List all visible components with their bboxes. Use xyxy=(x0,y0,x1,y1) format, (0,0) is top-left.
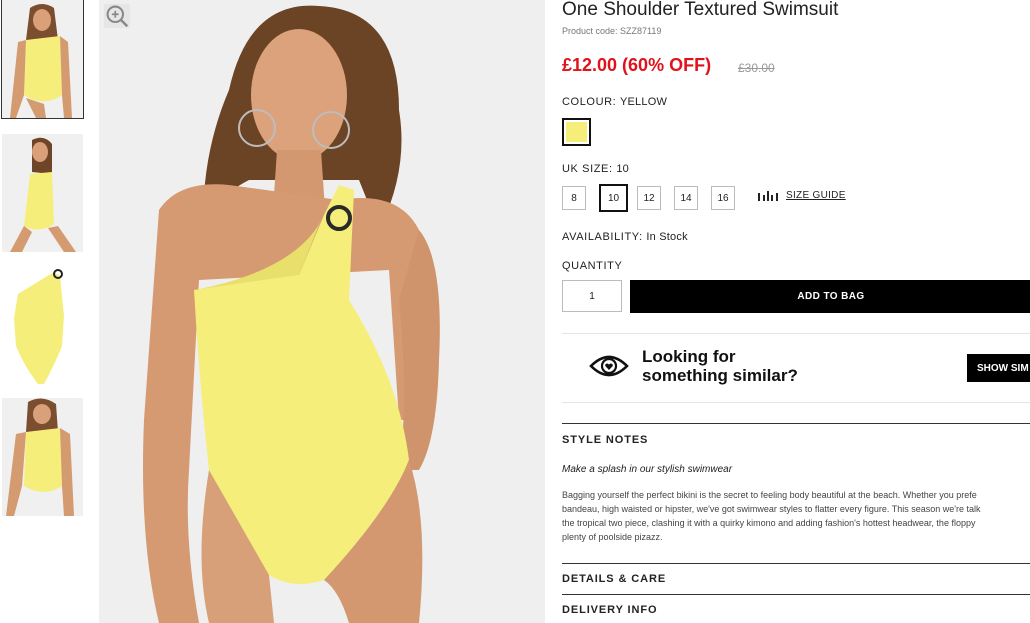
colour-label: COLOUR: YELLOW xyxy=(562,96,667,108)
thumbnail-pose-image xyxy=(2,398,83,516)
style-notes-line: bandeau, high waisted or hipster, we've … xyxy=(562,504,981,514)
show-similar-button[interactable]: SHOW SIM xyxy=(967,354,1030,382)
size-label-text: UK SIZE: xyxy=(562,163,613,175)
style-notes-line: Bagging yourself the perfect bikini is t… xyxy=(562,490,977,500)
availability-value: In Stock xyxy=(646,231,688,243)
zoom-button[interactable] xyxy=(104,4,130,28)
size-value: 10 xyxy=(616,163,629,175)
style-notes-line: the tropical two piece, clashing it with… xyxy=(562,518,976,528)
swatch-fill xyxy=(566,122,587,142)
style-notes-line: plenty of poolside pizazz. xyxy=(562,532,663,542)
divider xyxy=(562,594,1030,595)
thumbnail-pose[interactable] xyxy=(2,398,83,516)
eye-heart-icon xyxy=(589,355,629,377)
model-illustration xyxy=(99,0,545,623)
divider xyxy=(562,402,1030,403)
availability-label: AVAILABILITY: xyxy=(562,231,643,243)
quantity-label: QUANTITY xyxy=(562,260,623,272)
colour-value: YELLOW xyxy=(619,96,668,108)
thumbnail-flat[interactable] xyxy=(2,266,83,384)
size-options: 8 10 12 14 16 xyxy=(562,184,748,212)
size-guide-text: SIZE GUIDE xyxy=(786,190,846,201)
add-to-bag-button[interactable]: ADD TO BAG xyxy=(630,280,1030,313)
similar-line-1: Looking for xyxy=(642,347,736,366)
size-label: UK SIZE: 10 xyxy=(562,163,629,175)
sale-price: £12.00 (60% OFF) xyxy=(562,55,712,75)
similar-line-2: something similar? xyxy=(642,366,798,385)
product-title: One Shoulder Textured Swimsuit xyxy=(562,0,839,20)
divider xyxy=(562,423,1030,424)
style-notes-intro: Make a splash in our stylish swimwear xyxy=(562,464,733,475)
size-option-12[interactable]: 12 xyxy=(637,186,661,210)
style-notes-body: Bagging yourself the perfect bikini is t… xyxy=(562,488,1030,544)
size-option-16[interactable]: 16 xyxy=(711,186,735,210)
size-option-8[interactable]: 8 xyxy=(562,186,586,210)
similar-heading: Looking for something similar? xyxy=(642,347,798,385)
size-option-14[interactable]: 14 xyxy=(674,186,698,210)
availability: AVAILABILITY: In Stock xyxy=(562,231,688,243)
size-guide-link[interactable]: SIZE GUIDE xyxy=(758,190,846,201)
size-option-10[interactable]: 10 xyxy=(599,184,628,212)
quantity-input[interactable] xyxy=(562,280,622,312)
thumbnail-front-image xyxy=(2,0,83,118)
details-care-toggle[interactable]: DETAILS & CARE xyxy=(562,573,666,585)
zoom-in-icon xyxy=(106,5,129,28)
original-price: £30.00 xyxy=(738,61,775,75)
colour-swatch-yellow[interactable] xyxy=(562,118,591,146)
similar-banner: Looking for something similar? SHOW SIM xyxy=(562,334,1030,402)
thumbnail-flat-image xyxy=(2,266,83,384)
main-product-image[interactable] xyxy=(99,0,545,623)
style-notes-toggle[interactable]: STYLE NOTES xyxy=(562,434,648,446)
delivery-info-toggle[interactable]: DELIVERY INFO xyxy=(562,604,657,616)
colour-label-text: COLOUR: xyxy=(562,96,617,108)
ruler-icon xyxy=(758,190,778,201)
thumbnail-front[interactable] xyxy=(1,0,84,119)
divider xyxy=(562,563,1030,564)
thumbnail-side[interactable] xyxy=(2,134,83,252)
thumbnail-side-image xyxy=(2,134,83,252)
product-code: Product code: SZZ87119 xyxy=(562,26,662,36)
